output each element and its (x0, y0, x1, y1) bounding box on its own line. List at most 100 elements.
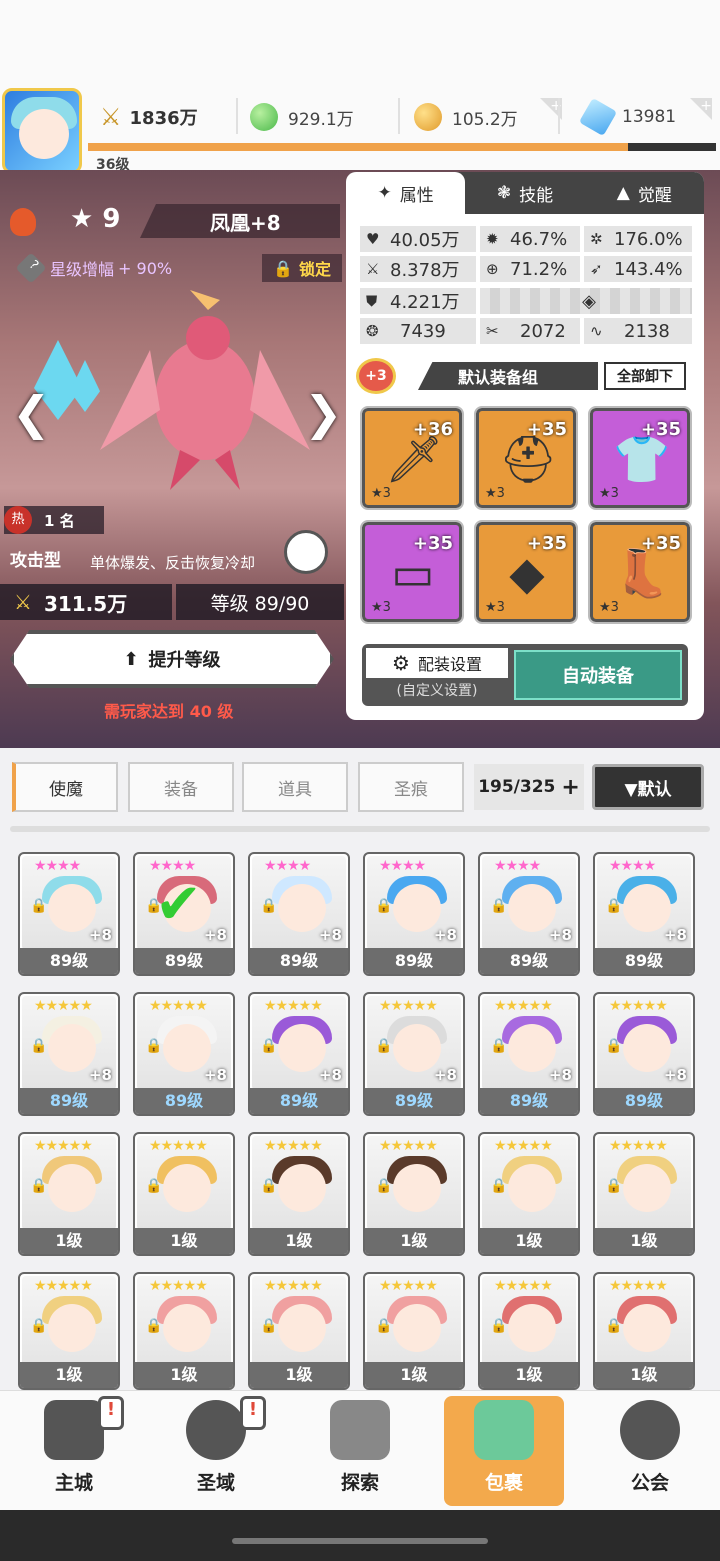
nav-main-city[interactable]: 主城 ! (14, 1396, 134, 1506)
tab-awaken[interactable]: ▲ 觉醒 (585, 172, 704, 214)
selected-check-icon: ✔ (155, 872, 202, 937)
equipment-slot[interactable]: ◆ +35 ★3 (474, 520, 578, 624)
hero-power-value: 311.5万 (43, 591, 128, 616)
familiar-card[interactable]: ★★★★ 🔒 +8 89级 (363, 852, 465, 976)
familiar-card[interactable]: ★★★★★ 🔒 1级 (133, 1132, 235, 1256)
familiar-level: 1级 (365, 1228, 463, 1254)
level-up-button[interactable]: ⬆ 提升等级 (10, 630, 334, 688)
familiar-card[interactable]: ★★★★★ 🔒 1级 (18, 1132, 120, 1256)
familiar-card[interactable]: ★★★★★ 🔒 1级 (593, 1272, 695, 1390)
star-boost-label: 星级增幅 (50, 260, 115, 279)
tab-equipment[interactable]: 装备 (128, 762, 234, 812)
stat-speed: ➶ 143.4% (584, 256, 692, 282)
star-boost[interactable]: ? 星级增幅 + 90% (15, 252, 172, 284)
tab-label: 属性 (399, 185, 434, 206)
nav-label: 主城 (54, 1472, 93, 1494)
nav-inventory[interactable]: 包裹 (444, 1396, 564, 1506)
nav-guild[interactable]: 公会 (590, 1396, 710, 1506)
loadout-settings-label: 配装设置 (417, 655, 482, 674)
next-hero-arrow-icon[interactable]: ❯ (304, 386, 343, 440)
enhance-level: +8 (663, 926, 687, 944)
stat-value: 2072 (520, 320, 566, 342)
help-icon[interactable]: ? (15, 252, 47, 284)
crossed-swords-icon: ⚔ (100, 103, 122, 131)
gold-currency-value: 105.2万 (452, 109, 518, 130)
familiar-card[interactable]: ★★★★★ 🔒 +8 89级 (363, 992, 465, 1116)
castle-icon (44, 1400, 104, 1460)
familiar-card[interactable]: ★★★★★ 🔒 +8 89级 (248, 992, 350, 1116)
familiar-level: 89级 (595, 1088, 693, 1114)
tab-skills[interactable]: ❃ 技能 (465, 172, 584, 214)
scrollbar[interactable] (10, 826, 710, 832)
familiar-card[interactable]: ★★★★★ 🔒 +8 89级 (133, 992, 235, 1116)
familiar-level: 1级 (20, 1228, 118, 1254)
familiar-card[interactable]: ★★★★★ 🔒 1级 (248, 1132, 350, 1256)
rarity-stars: ★★★★★ (264, 1138, 323, 1154)
gem-currency-value: 13981 (622, 107, 677, 127)
nav-explore[interactable]: 探索 (300, 1396, 420, 1506)
rarity-stars: ★★★★★ (149, 1278, 208, 1294)
familiar-level: 1级 (250, 1228, 348, 1254)
sort-dropdown[interactable]: ▼默认 (592, 764, 704, 810)
sword-in-stone-icon (330, 1400, 390, 1460)
familiar-card[interactable]: ★★★★ 🔒 +8 89级 (248, 852, 350, 976)
familiar-card[interactable]: ★★★★★ 🔒 1级 (248, 1272, 350, 1390)
lock-icon: 🔒 (260, 1318, 278, 1334)
auto-equip-button[interactable]: 自动装备 (514, 650, 682, 700)
equipment-slot[interactable]: ▭ +35 ★3 (360, 520, 464, 624)
gem-currency[interactable]: 13981 + (578, 97, 712, 137)
familiar-card[interactable]: ★★★★★ 🔒 1级 (478, 1272, 580, 1390)
familiar-card[interactable]: ★★★★★ 🔒 +8 89级 (478, 992, 580, 1116)
lock-button[interactable]: 🔒 锁定 (262, 254, 342, 282)
lock-icon: 🔒 (375, 898, 393, 914)
prev-hero-arrow-icon[interactable]: ❮ (12, 386, 51, 440)
lock-icon: 🔒 (30, 898, 48, 914)
home-indicator[interactable] (232, 1538, 488, 1544)
familiar-card[interactable]: ★★★★ 🔒 +8 89级 (18, 852, 120, 976)
equipment-slot[interactable]: 👕 +35 ★3 (588, 406, 692, 510)
gold-currency[interactable]: 105.2万 + (414, 98, 562, 136)
equipment-set-selector[interactable]: ⇄默认装备组 (418, 362, 598, 390)
power-value: 1836万 (129, 108, 198, 129)
familiar-card[interactable]: ★★★★ 🔒 +8 89级 (478, 852, 580, 976)
player-avatar[interactable] (2, 88, 82, 174)
familiar-card[interactable]: ★★★★★ 🔒 1级 (593, 1132, 695, 1256)
familiar-level: 1级 (135, 1362, 233, 1388)
familiar-card[interactable]: ★★★★ 🔒 +8 89级 (593, 852, 695, 976)
rarity-stars: ★★★★★ (379, 1278, 438, 1294)
familiar-card[interactable]: ★★★★★ 🔒 1级 (18, 1272, 120, 1390)
equipment-slot[interactable]: 🗡 +36 ★3 (360, 406, 464, 510)
enhance-level: +8 (548, 926, 572, 944)
lock-icon: 🔒 (30, 1038, 48, 1054)
tab-familiars[interactable]: 使魔 (12, 762, 118, 812)
familiar-card[interactable]: ★★★★★ 🔒 +8 89级 (18, 992, 120, 1116)
familiar-card[interactable]: ★★★★★ 🔒 1级 (363, 1132, 465, 1256)
stat-accuracy: ⊕ 71.2% (480, 256, 580, 282)
stat-value: 176.0% (614, 228, 683, 250)
familiar-card[interactable]: ★★★★ 🔒 +8 ✔ 89级 (133, 852, 235, 976)
lock-icon: 🔒 (260, 898, 278, 914)
expand-capacity-icon[interactable]: + (561, 775, 579, 800)
tab-items[interactable]: 道具 (242, 762, 348, 812)
hero-star-count: ★ 9 (70, 204, 121, 234)
familiar-card[interactable]: ★★★★★ 🔒 1级 (363, 1272, 465, 1390)
equipment-slot[interactable]: ⛑ +35 ★3 (474, 406, 578, 510)
loadout-settings-button[interactable]: ⚙ 配装设置 (366, 648, 508, 678)
role-emblem-icon[interactable] (284, 530, 328, 574)
tab-attributes[interactable]: ✦ 属性 (346, 172, 466, 214)
stat-extra-2: ✂ 2072 (480, 318, 580, 344)
set-bonus-badge[interactable]: +3 (356, 358, 396, 394)
divider (398, 98, 400, 134)
familiar-card[interactable]: ★★★★★ 🔒 1级 (478, 1132, 580, 1256)
unequip-all-button[interactable]: 全部卸下 (604, 362, 686, 390)
rarity-stars: ★★★★★ (264, 998, 323, 1014)
inventory-capacity[interactable]: 195/325 + (474, 764, 584, 810)
enhance-level: +35 (412, 533, 453, 554)
familiar-card[interactable]: ★★★★★ 🔒 1级 (133, 1272, 235, 1390)
alert-icon: ! (98, 1396, 124, 1430)
familiar-card[interactable]: ★★★★★ 🔒 +8 89级 (593, 992, 695, 1116)
nav-sanctum[interactable]: 圣域 ! (156, 1396, 276, 1506)
rarity-stars: ★★★★★ (494, 1138, 553, 1154)
tab-stigmata[interactable]: 圣痕 (358, 762, 464, 812)
equipment-slot[interactable]: 👢 +35 ★3 (588, 520, 692, 624)
